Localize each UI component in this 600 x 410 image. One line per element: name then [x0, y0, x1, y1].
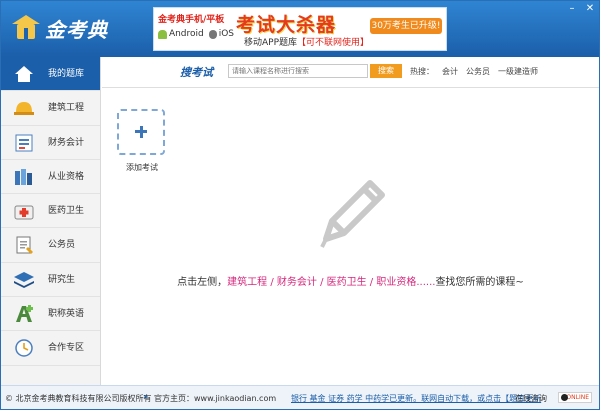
copyright-text: © 北京金考典教育科技有限公司版权所有 [5, 394, 152, 403]
logo-text: 金考典 [45, 17, 108, 42]
promo-banner[interactable]: 金考典手机/平板 Android iOS 考试大杀器 移动APP题库【可不联网使… [153, 7, 447, 51]
sidebar-item-medical[interactable]: 医药卫生 [1, 194, 100, 229]
medkit-icon [14, 205, 34, 220]
sidebar-item-construction[interactable]: 建筑工程 [1, 91, 100, 126]
hint-prefix: 点击左侧， [177, 277, 228, 288]
sidebar-item-graduate[interactable]: 研究生 [1, 263, 100, 298]
banner-title: 金考典手机/平板 [158, 15, 225, 25]
hot-label: 热搜： [410, 67, 434, 76]
main-content: 搜考试 搜索 热搜： 会计 公务员 一级建造师 添加考试 点击 [102, 57, 599, 385]
app-window: 金考典 金考典手机/平板 Android iOS 考试大杀器 移动APP题库【可… [0, 0, 600, 410]
hint-suffix: 查找您所需的课程~ [435, 277, 524, 288]
add-exam-label: 添加考试 [126, 163, 158, 172]
hot-search-link[interactable]: 公务员 [466, 66, 490, 77]
banner-headline: 考试大杀器 [236, 14, 337, 36]
house-icon [15, 66, 33, 82]
header-bar: 金考典 金考典手机/平板 Android iOS 考试大杀器 移动APP题库【可… [1, 1, 599, 57]
letter-a-icon [16, 305, 33, 323]
hot-search-link[interactable]: 会计 [442, 66, 458, 77]
banner-upgrade-pill[interactable]: 30万考生已升级! [370, 18, 442, 34]
sidebar-item-label: 公务员 [48, 240, 76, 251]
pencil-icon [320, 180, 385, 248]
search-input[interactable] [228, 64, 368, 78]
close-icon[interactable]: ✕ [585, 4, 595, 14]
document-icon [16, 236, 33, 255]
add-exam-button[interactable] [117, 109, 165, 155]
banner-sub-prefix: 移动APP题库 [244, 38, 298, 48]
sidebar-item-label: 研究生 [48, 274, 76, 285]
hot-searches: 热搜： 会计 公务员 一级建造师 [410, 66, 538, 77]
banner-ios: iOS [218, 29, 234, 39]
clock-icon [15, 339, 33, 358]
sidebar-item-label: 我的题库 [48, 69, 85, 79]
footer-separator: » [143, 392, 149, 401]
minimize-icon[interactable]: – [567, 4, 577, 14]
sidebar-item-label: 合作专区 [48, 343, 85, 354]
window-controls: – ✕ [567, 4, 595, 14]
sidebar-item-partner[interactable]: 合作专区 [1, 331, 100, 366]
online-chat-button[interactable]: ONLINE [558, 392, 592, 403]
sidebar-item-english[interactable]: 职称英语 [1, 297, 100, 332]
homepage-link[interactable]: 官方主页：www.jinkaodian.com [154, 393, 276, 404]
sidebar-item-label: 从业资格 [48, 171, 85, 182]
apple-icon [208, 29, 217, 39]
books-icon [15, 168, 32, 185]
layers-icon [14, 271, 34, 288]
banner-sub-highlight: 【可不联网使用】 [297, 38, 370, 48]
hot-search-link[interactable]: 一级建造师 [498, 66, 538, 77]
sidebar: 我的题库 建筑工程 财务会计 从业资格 医药卫生 公务员 研究生 职称英语 合作… [1, 57, 101, 385]
android-icon [158, 29, 167, 39]
sidebar-item-label: 财务会计 [48, 137, 85, 148]
hint-category-links[interactable]: 建筑工程 / 财务会计 / 医药卫生 / 职业资格...... [227, 277, 435, 288]
sidebar-item-qualification[interactable]: 从业资格 [1, 160, 100, 195]
sidebar-item-label: 职称英语 [48, 309, 85, 320]
sidebar-item-label: 医药卫生 [48, 206, 85, 217]
divider [102, 87, 599, 88]
update-news-ticker[interactable]: 银行 基金 证券 药学 中药学已更新。联网自动下载，或点击【题库更新 [291, 393, 541, 404]
sidebar-item-civil-servant[interactable]: 公务员 [1, 228, 100, 263]
banner-android: Android [168, 29, 204, 39]
logo-house-icon [11, 13, 41, 43]
app-logo: 金考典 [11, 10, 108, 46]
sidebar-item-my-bank[interactable]: 我的题库 [1, 57, 100, 92]
search-bar: 搜考试 搜索 热搜： 会计 公务员 一级建造师 [102, 63, 599, 81]
status-bar: © 北京金考典教育科技有限公司版权所有 » 官方主页：www.jinkaodia… [1, 385, 599, 409]
search-title: 搜考试 [180, 66, 213, 79]
online-consult-label: 在线咨询 [515, 394, 547, 403]
sidebar-item-label: 建筑工程 [48, 103, 85, 114]
sidebar-item-accounting[interactable]: 财务会计 [1, 126, 100, 160]
empty-hint: 点击左侧，建筑工程 / 财务会计 / 医药卫生 / 职业资格......查找您所… [102, 273, 599, 288]
hardhat-icon [14, 102, 34, 116]
search-button[interactable]: 搜索 [370, 64, 402, 78]
ledger-icon [15, 134, 33, 152]
